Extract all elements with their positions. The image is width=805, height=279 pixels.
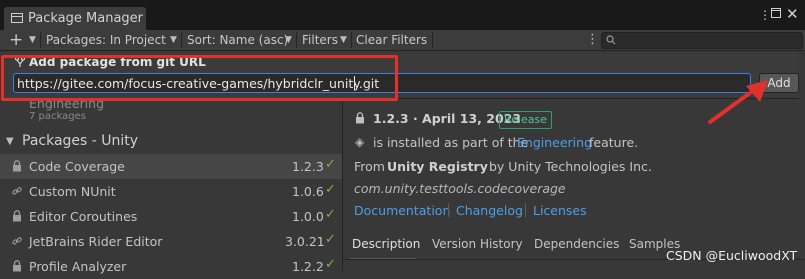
tab-dependencies[interactable]: Dependencies xyxy=(534,237,619,251)
add-package-icon[interactable]: + xyxy=(9,30,23,50)
package-row-jetbrains-rider[interactable]: JetBrains Rider Editor 3.0.21 ✓ xyxy=(0,229,342,254)
installed-check-icon: ✓ xyxy=(325,257,336,272)
package-version: 1.2.2 xyxy=(292,259,324,274)
annotation-highlight-box xyxy=(1,55,398,101)
packages-scope-dropdown[interactable]: Packages: In Project xyxy=(46,30,166,50)
package-version: 1.0.0 xyxy=(292,209,324,224)
package-name: JetBrains Rider Editor xyxy=(29,234,163,249)
add-menu-chevron-icon[interactable]: ▼ xyxy=(29,30,36,50)
search-input[interactable] xyxy=(601,32,803,49)
clear-filters-button[interactable]: Clear Filters xyxy=(356,30,427,50)
close-icon[interactable]: ✕ xyxy=(786,5,799,23)
installed-check-icon: ✓ xyxy=(325,207,336,222)
package-name: Custom NUnit xyxy=(29,184,116,199)
window-title: Package Manager xyxy=(28,11,144,26)
package-row-custom-nunit[interactable]: Custom NUnit 1.0.6 ✓ xyxy=(0,179,342,204)
collapse-triangle-icon[interactable]: ▼ xyxy=(6,136,14,147)
engineering-feature-item[interactable]: Engineering 7 packages xyxy=(0,96,342,128)
from-label: From xyxy=(354,159,385,174)
installed-check-icon: ✓ xyxy=(325,157,336,172)
engineering-count: 7 packages xyxy=(29,111,86,122)
engineering-link[interactable]: Engineering xyxy=(517,135,592,150)
filters-dropdown[interactable]: Filters xyxy=(302,30,338,50)
tab-version-history[interactable]: Version History xyxy=(432,237,523,251)
installed-check-icon: ✓ xyxy=(325,182,336,197)
sort-chevron-icon: ▼ xyxy=(285,35,292,45)
link-icon xyxy=(12,237,22,245)
package-name: Profile Analyzer xyxy=(29,259,127,274)
annotation-arrow-icon xyxy=(708,80,768,124)
sort-dropdown[interactable]: Sort: Name (asc) xyxy=(187,30,288,50)
package-row-code-coverage[interactable]: Code Coverage 1.2.3 ✓ xyxy=(0,154,342,179)
author-text: by Unity Technologies Inc. xyxy=(489,159,652,174)
packages-scope-chevron-icon: ▼ xyxy=(170,35,177,45)
package-name: Editor Coroutines xyxy=(29,209,138,224)
lock-icon xyxy=(13,160,21,172)
options-icon[interactable]: ⋮ xyxy=(586,30,599,50)
release-badge: Release xyxy=(499,111,552,129)
licenses-link[interactable]: Licenses xyxy=(533,203,587,218)
documentation-link[interactable]: Documentation xyxy=(354,203,450,218)
package-row-editor-coroutines[interactable]: Editor Coroutines 1.0.0 ✓ xyxy=(0,204,342,229)
changelog-link[interactable]: Changelog xyxy=(456,203,523,218)
installed-check-icon: ✓ xyxy=(325,232,336,247)
search-icon xyxy=(606,35,616,45)
package-icon xyxy=(11,13,23,23)
toolbar: + ▼ Packages: In Project ▼ Sort: Name (a… xyxy=(0,30,805,51)
lock-icon xyxy=(13,210,21,222)
package-version: 3.0.21 xyxy=(285,234,325,249)
package-id: com.unity.testtools.codecoverage xyxy=(354,181,566,196)
title-bar: Package Manager ⋮ ✕ xyxy=(0,0,805,30)
window-tab[interactable]: Package Manager xyxy=(4,7,146,30)
maximize-icon[interactable] xyxy=(771,7,781,21)
package-row-profile-analyzer[interactable]: Profile Analyzer 1.2.2 ✓ xyxy=(0,254,342,279)
installed-text: is installed as part of the xyxy=(373,135,529,150)
package-version: 1.2.3 xyxy=(292,159,324,174)
filters-chevron-icon: ▼ xyxy=(340,35,347,45)
link-icon xyxy=(12,187,22,195)
watermark: CSDN @EucliwoodXT xyxy=(666,248,798,263)
more-options-icon[interactable]: ⋮ xyxy=(759,8,771,22)
packages-unity-group-header[interactable]: ▼ Packages - Unity xyxy=(0,131,342,153)
package-name: Code Coverage xyxy=(29,159,125,174)
installed-suffix: feature. xyxy=(589,135,639,150)
lock-icon xyxy=(13,260,21,272)
registry-name: Unity Registry xyxy=(387,159,488,174)
group-title: Packages - Unity xyxy=(22,133,139,149)
package-version: 1.0.6 xyxy=(292,184,324,199)
feature-layers-icon: ◈ xyxy=(355,135,365,149)
tab-description[interactable]: Description xyxy=(352,237,420,251)
package-list: Engineering 7 packages ▼ Packages - Unit… xyxy=(0,96,343,274)
lock-icon xyxy=(355,112,365,127)
